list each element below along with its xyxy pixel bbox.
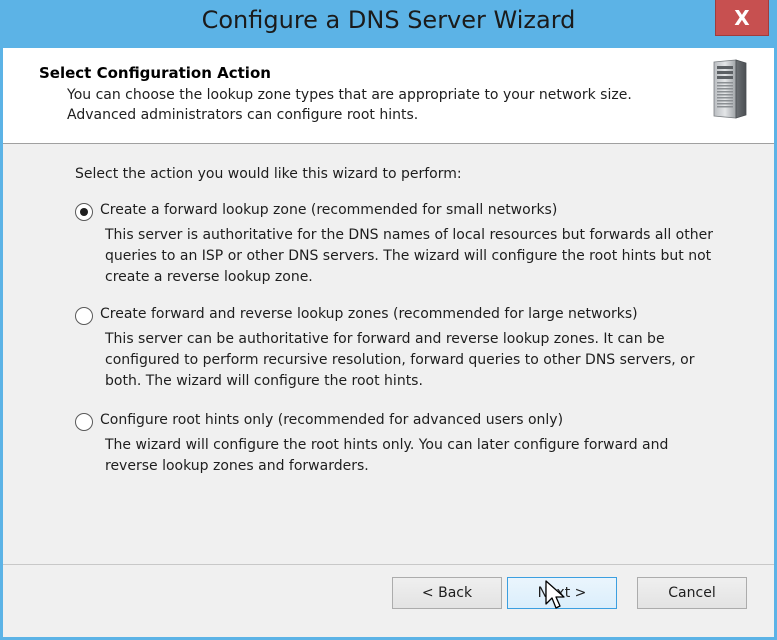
wizard-body: Select the action you would like this wi… — [3, 144, 774, 564]
radio-root-hints-only[interactable] — [75, 413, 93, 431]
title-bar[interactable]: Configure a DNS Server Wizard X — [0, 0, 777, 48]
cancel-button[interactable]: Cancel — [637, 577, 747, 609]
radio-selected-dot — [80, 208, 88, 216]
instruction-text: Select the action you would like this wi… — [75, 166, 462, 182]
window-title: Configure a DNS Server Wizard — [201, 6, 576, 34]
dialog-client-area: Select Configuration Action You can choo… — [3, 48, 774, 637]
page-description: You can choose the lookup zone types tha… — [67, 85, 687, 125]
radio-forward-lookup-zone[interactable] — [75, 203, 93, 221]
back-button[interactable]: < Back — [392, 577, 502, 609]
option-label[interactable]: Create forward and reverse lookup zones … — [100, 306, 638, 322]
option-description: This server is authoritative for the DNS… — [105, 227, 713, 285]
option-description: The wizard will configure the root hints… — [105, 437, 669, 474]
next-button[interactable]: Next > — [507, 577, 617, 609]
page-description-line: You can choose the lookup zone types tha… — [67, 87, 632, 103]
wizard-footer: < Back Next > Cancel — [3, 564, 774, 637]
radio-forward-and-reverse-zones[interactable] — [75, 307, 93, 325]
wizard-window: Configure a DNS Server Wizard X Select C… — [0, 0, 777, 640]
page-description-line: Advanced administrators can configure ro… — [67, 107, 419, 123]
page-title: Select Configuration Action — [39, 64, 271, 82]
option-label[interactable]: Create a forward lookup zone (recommende… — [100, 202, 557, 218]
server-icon — [713, 59, 747, 119]
option-description: This server can be authoritative for for… — [105, 331, 695, 389]
close-button[interactable]: X — [715, 0, 769, 36]
wizard-header: Select Configuration Action You can choo… — [3, 48, 774, 144]
option-label[interactable]: Configure root hints only (recommended f… — [100, 412, 563, 428]
